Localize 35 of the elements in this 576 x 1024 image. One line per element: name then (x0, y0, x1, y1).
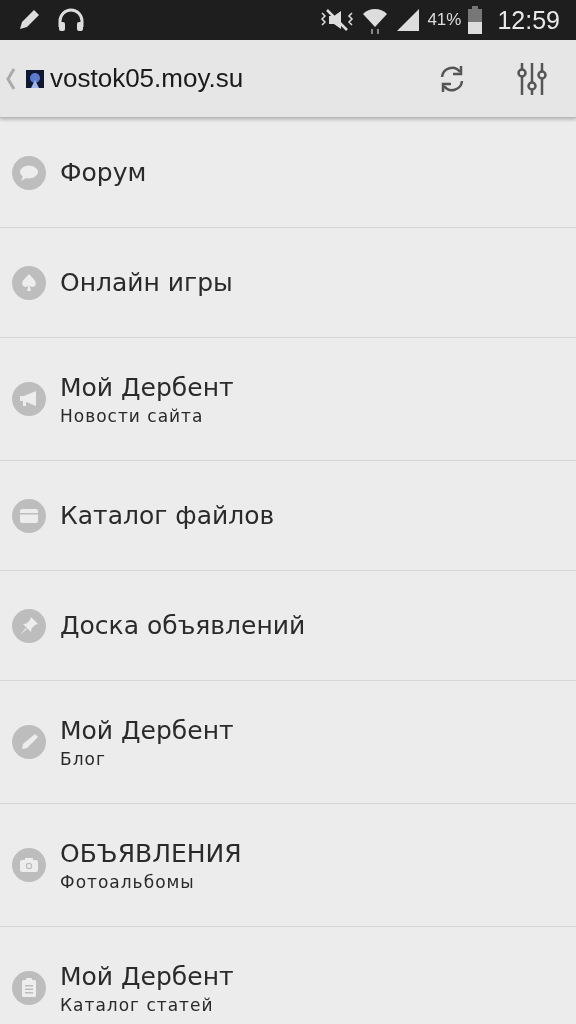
clipboard-icon (12, 971, 46, 1005)
menu-item[interactable]: Мой Дербент Блог (0, 681, 576, 804)
item-title: Мой Дербент (60, 961, 234, 991)
menu-item[interactable]: Мой Дербент Новости сайта (0, 338, 576, 461)
pen-icon (12, 725, 46, 759)
spade-icon (12, 265, 46, 300)
headphones-icon (56, 7, 86, 33)
megaphone-icon (12, 382, 46, 416)
item-subtitle: Блог (60, 748, 107, 769)
menu-item[interactable]: Мой Дербент Каталог статей (0, 927, 576, 1024)
site-title: vostok05.moy.su (50, 63, 245, 94)
menu-item[interactable]: ОБЪЯВЛЕНИЯ Фотоальбомы (0, 804, 576, 927)
item-title: ОБЪЯВЛЕНИЯ (60, 838, 242, 868)
item-title: Каталог файлов (60, 501, 275, 530)
pushpin-icon (12, 608, 46, 643)
item-title: Мой Дербент (60, 372, 234, 402)
item-title: Мой Дербент (60, 715, 234, 745)
item-subtitle: Каталог статей (60, 994, 215, 1015)
folder-icon (12, 498, 46, 533)
menu-item[interactable]: Онлайн игры (0, 228, 576, 338)
menu-item[interactable]: Каталог файлов (0, 461, 576, 571)
mute-icon (319, 7, 356, 33)
signal-icon (395, 7, 422, 33)
item-subtitle: Новости сайта (60, 405, 205, 426)
speech-bubble-icon (12, 155, 46, 190)
item-subtitle: Фотоальбомы (60, 871, 196, 892)
battery-icon (467, 6, 484, 34)
item-title: Доска объявлений (60, 611, 306, 640)
camera-icon (12, 848, 46, 882)
item-title: Форум (60, 158, 147, 187)
item-title: Онлайн игры (60, 268, 233, 297)
menu-item[interactable]: Форум (0, 118, 576, 228)
battery-percent: 41% (427, 10, 462, 30)
menu-item[interactable]: Доска объявлений (0, 571, 576, 681)
clock-time: 12:59 (497, 5, 560, 35)
